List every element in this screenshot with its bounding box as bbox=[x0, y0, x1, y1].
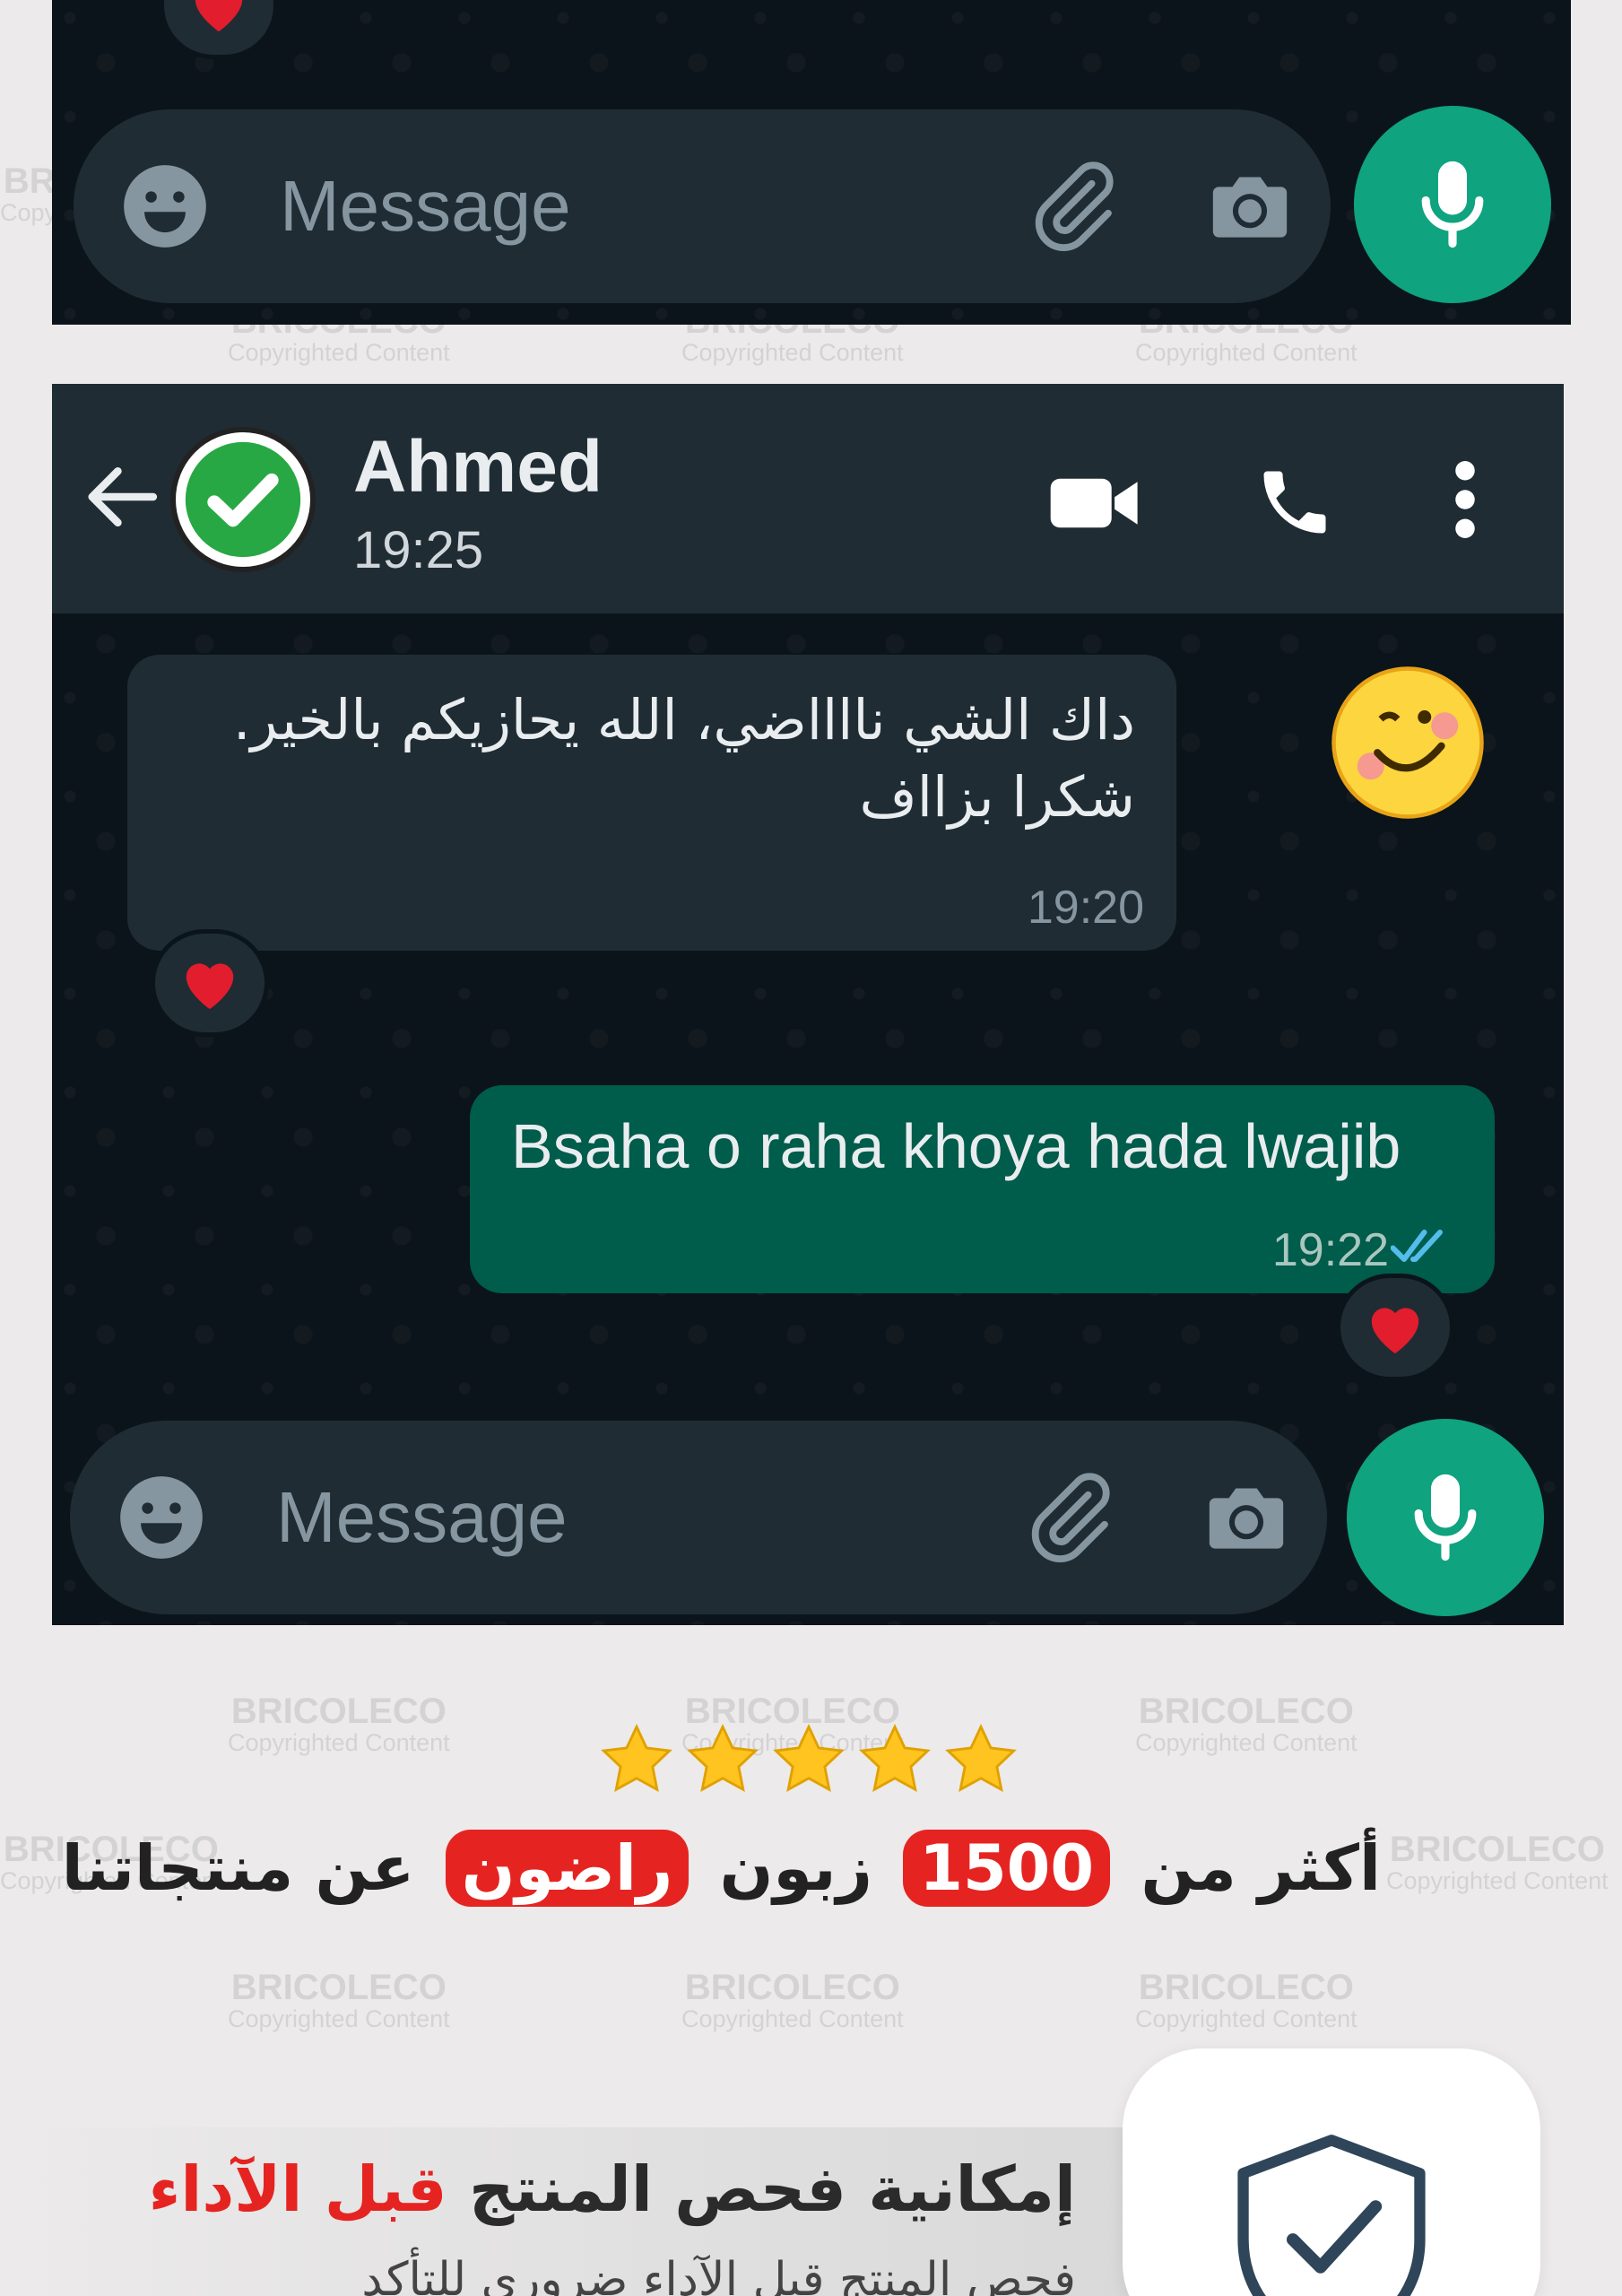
video-call-icon[interactable] bbox=[1049, 472, 1141, 535]
star-icon bbox=[773, 1723, 845, 1792]
voice-call-icon[interactable] bbox=[1253, 461, 1336, 544]
avatar[interactable] bbox=[170, 427, 316, 572]
chat-screenshot: Ahmed 19:25 داك الشي نااااضي، الله يحازي… bbox=[52, 384, 1564, 1625]
watermark: BRICOLECOCopyrighted Content bbox=[1386, 1830, 1609, 1894]
star-icon bbox=[945, 1723, 1017, 1792]
feature-subtitle: فحص المنتج قبل الآداء ضروري للتأكد bbox=[361, 2253, 1076, 2296]
heart-icon bbox=[195, 0, 243, 32]
watermark: BRICOLECOCopyrighted Content bbox=[681, 1968, 904, 2032]
heart-icon bbox=[186, 963, 234, 1010]
emoji-icon[interactable] bbox=[117, 1473, 206, 1562]
message-time: 19:22 bbox=[1271, 1224, 1389, 1276]
attachment-icon[interactable] bbox=[1024, 157, 1123, 256]
verified-check-icon bbox=[185, 441, 301, 558]
camera-icon[interactable] bbox=[1203, 160, 1297, 253]
message-input-placeholder[interactable]: Message bbox=[276, 1476, 568, 1559]
voice-record-button[interactable] bbox=[1354, 106, 1551, 303]
chat-header: Ahmed 19:25 bbox=[52, 384, 1564, 613]
watermark: BRICOLECOCopyrighted Content bbox=[228, 1968, 450, 2032]
incoming-message-bubble[interactable]: داك الشي نااااضي، الله يحازيكم بالخير. ش… bbox=[127, 655, 1176, 951]
shield-check-icon bbox=[1237, 2135, 1426, 2296]
message-text: داك الشي نااااضي، الله يحازيكم بالخير. ش… bbox=[232, 687, 1135, 830]
heart-reaction[interactable] bbox=[151, 929, 269, 1037]
emoji-icon[interactable] bbox=[120, 161, 210, 251]
more-options-icon[interactable] bbox=[1454, 461, 1476, 538]
message-time: 19:20 bbox=[1027, 882, 1144, 934]
customers-headline: أكثر من 1500 زبون راضون عن منتجاتنا bbox=[61, 1830, 1381, 1907]
message-input-placeholder[interactable]: Message bbox=[280, 165, 571, 248]
contact-name[interactable]: Ahmed bbox=[353, 425, 603, 509]
message-text: Bsaha o raha khoya hada lwajib bbox=[511, 1111, 1401, 1181]
back-arrow-icon[interactable] bbox=[82, 461, 160, 533]
message-input-bar[interactable]: Message bbox=[70, 1421, 1327, 1614]
read-ticks-icon bbox=[1391, 1230, 1443, 1262]
watermark: BRICOLECOCopyrighted Content bbox=[1135, 1692, 1357, 1756]
star-icon bbox=[859, 1723, 931, 1792]
customer-count-badge: 1500 bbox=[903, 1830, 1111, 1907]
microphone-icon bbox=[1414, 1474, 1477, 1561]
star-icon bbox=[601, 1723, 672, 1792]
watermark: BRICOLECOCopyrighted Content bbox=[228, 1692, 450, 1756]
watermark: BRICOLECOCopyrighted Content bbox=[1135, 1968, 1357, 2032]
heart-reaction[interactable] bbox=[1336, 1274, 1454, 1381]
feature-title: إمكانية فحص المنتج قبل الآداء bbox=[148, 2152, 1076, 2226]
chat-screenshot-top: Message bbox=[52, 0, 1571, 325]
message-input-bar[interactable]: Message bbox=[74, 109, 1331, 303]
rating-stars bbox=[598, 1722, 1019, 1796]
attachment-icon[interactable] bbox=[1020, 1468, 1119, 1567]
heart-icon bbox=[1371, 1308, 1419, 1354]
voice-record-button[interactable] bbox=[1347, 1419, 1544, 1616]
shield-card bbox=[1123, 2048, 1540, 2296]
emoji-sticker bbox=[1327, 662, 1488, 823]
outgoing-message-bubble[interactable]: Bsaha o raha khoya hada lwajib 19:22 bbox=[470, 1085, 1495, 1293]
microphone-icon bbox=[1421, 161, 1484, 248]
star-icon bbox=[687, 1723, 759, 1792]
satisfied-badge: راضون bbox=[445, 1830, 690, 1907]
contact-status: 19:25 bbox=[353, 521, 484, 579]
camera-icon[interactable] bbox=[1200, 1471, 1293, 1564]
